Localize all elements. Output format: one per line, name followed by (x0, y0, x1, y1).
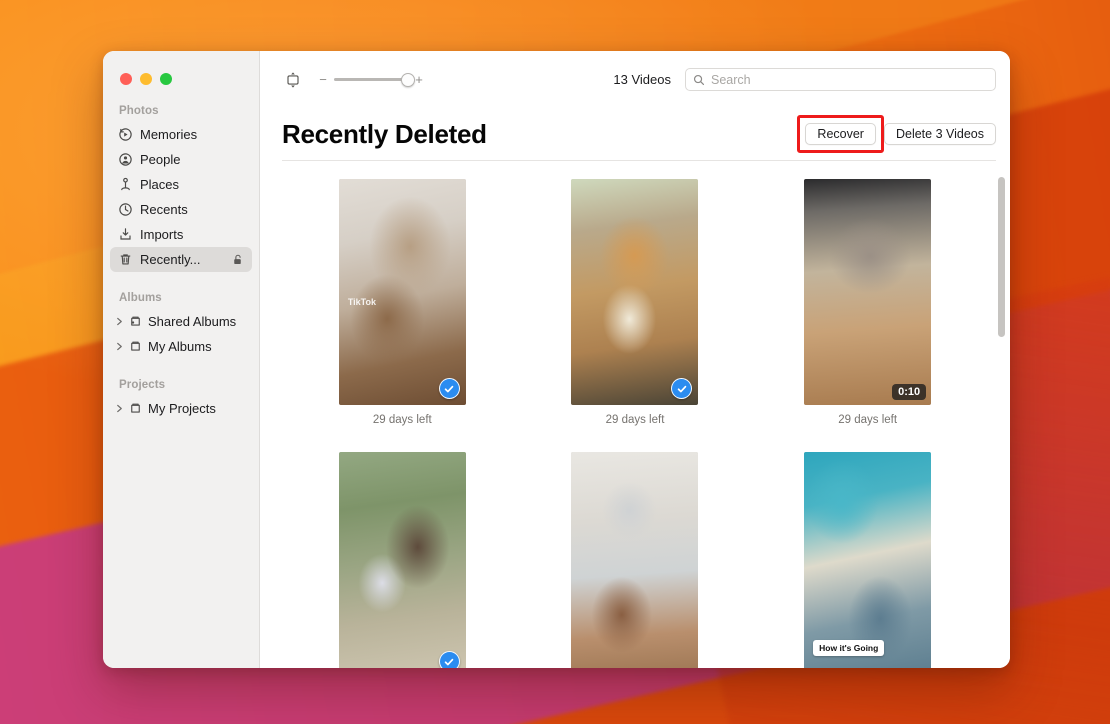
video-thumbnail[interactable] (571, 452, 699, 668)
sidebar-item-recents[interactable]: Recents (110, 197, 252, 222)
sidebar-section-projects: Projects My Projects (103, 379, 259, 421)
sidebar-item-label: My Projects (148, 401, 216, 416)
zoom-slider[interactable]: − + (319, 72, 423, 87)
header-actions: Recover Delete 3 Videos (797, 115, 996, 153)
search-icon (693, 74, 705, 86)
vertical-scrollbar[interactable] (998, 177, 1005, 337)
video-text-overlay: How it's Going (813, 640, 885, 656)
sidebar-item-my-projects[interactable]: My Projects (110, 396, 252, 421)
page-title: Recently Deleted (282, 118, 487, 149)
thumbnail-image (571, 452, 699, 668)
thumbnail-image (571, 179, 699, 405)
sidebar-section-header-projects: Projects (119, 379, 166, 391)
sidebar-section-albums: Albums Shared Albums My Albums (103, 292, 259, 359)
grid-item[interactable] (519, 452, 752, 668)
places-pin-icon (118, 177, 133, 192)
expiry-caption: 29 days left (605, 414, 665, 426)
zoom-in-label[interactable]: + (415, 73, 423, 86)
grid-item[interactable]: 29 days left (519, 179, 752, 426)
sidebar-item-label: Places (140, 177, 180, 192)
sidebar-item-label: Recently... (140, 252, 201, 267)
people-icon (118, 152, 133, 167)
sidebar-item-label: My Albums (148, 339, 212, 354)
sidebar-item-label: People (140, 152, 181, 167)
aspect-view-icon[interactable] (282, 69, 304, 91)
chevron-right-icon[interactable] (115, 342, 124, 351)
zoom-out-label[interactable]: − (319, 73, 327, 86)
sidebar-item-my-albums[interactable]: My Albums (110, 334, 252, 359)
thumbnail-image (804, 179, 932, 405)
video-thumbnail[interactable]: TikTok (338, 179, 466, 405)
memories-icon (118, 127, 133, 142)
toolbar: − + 13 Videos Search (260, 51, 1010, 108)
chevron-right-icon[interactable] (115, 404, 124, 413)
sidebar-item-recently-deleted[interactable]: Recently... (110, 247, 252, 272)
sidebar-section-photos: Photos Memories People Places Recents Im… (103, 105, 259, 272)
video-thumbnail[interactable]: How it's Going (804, 452, 932, 668)
album-icon (128, 339, 143, 354)
window-traffic-lights (103, 51, 259, 85)
video-thumbnail[interactable] (571, 179, 699, 405)
chevron-right-icon[interactable] (115, 317, 124, 326)
selection-checkmark[interactable] (438, 651, 460, 668)
grid-item[interactable]: 0:10 29 days left (751, 179, 984, 426)
search-input[interactable]: Search (685, 68, 996, 91)
sidebar-section-header-photos: Photos (119, 105, 159, 117)
duration-badge: 0:10 (892, 384, 927, 400)
import-icon (118, 227, 133, 242)
tiktok-watermark: TikTok (347, 296, 377, 307)
page-header: Recently Deleted Recover Delete 3 Videos (260, 108, 1010, 160)
sidebar-item-label: Memories (140, 127, 198, 142)
recover-button-wrapper: Recover (797, 115, 884, 153)
photo-grid-scroll-area[interactable]: TikTok 29 days left 29 days left 0:10 29… (260, 161, 1010, 668)
sidebar-item-shared-albums[interactable]: Shared Albums (110, 309, 252, 334)
sidebar-item-label: Imports (140, 227, 184, 242)
unlocked-padlock-icon[interactable] (231, 253, 244, 266)
minimize-button[interactable] (140, 73, 152, 85)
project-icon (128, 401, 143, 416)
close-button[interactable] (120, 73, 132, 85)
shared-album-icon (128, 314, 143, 329)
main-content: − + 13 Videos Search Recently Deleted Re… (260, 51, 1010, 668)
thumbnail-image (338, 179, 466, 405)
thumbnail-image (338, 452, 466, 668)
selection-checkmark[interactable] (438, 378, 460, 399)
photo-grid: TikTok 29 days left 29 days left 0:10 29… (260, 179, 1010, 668)
grid-item[interactable] (286, 452, 519, 668)
sidebar-item-people[interactable]: People (110, 147, 252, 172)
sidebar-item-label: Shared Albums (148, 314, 237, 329)
zoom-slider-knob[interactable] (401, 72, 415, 87)
recover-button[interactable]: Recover (805, 123, 876, 145)
zoom-slider-track[interactable] (334, 72, 415, 87)
thumbnail-image (804, 452, 932, 668)
sidebar-item-places[interactable]: Places (110, 172, 252, 197)
sidebar-item-imports[interactable]: Imports (110, 222, 252, 247)
grid-item[interactable]: TikTok 29 days left (286, 179, 519, 426)
sidebar-section-header-albums: Albums (119, 292, 162, 304)
video-thumbnail[interactable]: 0:10 (804, 179, 932, 405)
trash-icon (118, 252, 133, 267)
expiry-caption: 29 days left (372, 414, 432, 426)
photos-app-window: Photos Memories People Places Recents Im… (103, 51, 1010, 668)
expiry-caption: 29 days left (838, 414, 898, 426)
video-thumbnail[interactable] (338, 452, 466, 668)
sidebar: Photos Memories People Places Recents Im… (103, 51, 260, 668)
toolbar-right-group: 13 Videos Search (613, 68, 996, 91)
grid-item[interactable]: How it's Going (751, 452, 984, 668)
video-count-label: 13 Videos (613, 72, 671, 87)
search-placeholder: Search (711, 72, 751, 87)
sidebar-item-label: Recents (140, 202, 188, 217)
sidebar-item-memories[interactable]: Memories (110, 122, 252, 147)
clock-icon (118, 202, 133, 217)
maximize-button[interactable] (160, 73, 172, 85)
delete-videos-button[interactable]: Delete 3 Videos (883, 123, 996, 145)
